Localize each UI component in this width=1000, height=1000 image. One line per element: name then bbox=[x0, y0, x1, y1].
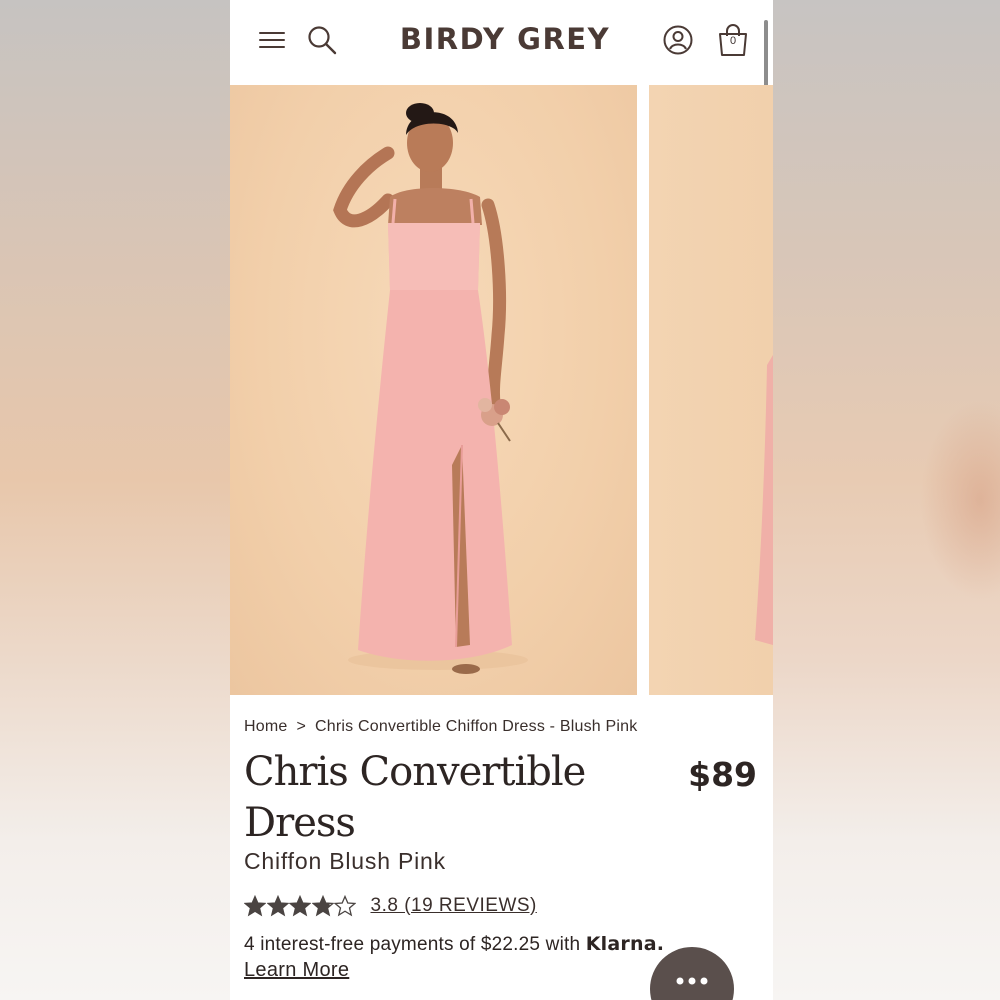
cart-icon[interactable]: 0 bbox=[717, 24, 749, 56]
breadcrumb: Home > Chris Convertible Chiffon Dress - B… bbox=[244, 718, 637, 736]
breadcrumb-current: Chris Convertible Chiffon Dress - Blush … bbox=[315, 718, 638, 735]
rating-stars bbox=[244, 895, 357, 917]
search-icon[interactable] bbox=[306, 24, 338, 56]
rating-row: 3.8 (19 REVIEWS) bbox=[244, 895, 537, 917]
product-info: Home > Chris Convertible Chiffon Dress - B… bbox=[230, 695, 773, 1000]
menu-icon[interactable] bbox=[256, 24, 288, 56]
product-title: Chris Convertible Dress bbox=[244, 749, 586, 846]
installment-text: 4 interest-free payments of $22.25 with bbox=[244, 934, 581, 955]
phone-screen: BIRDY GREY 0 Home > Chris Convertible Ch… bbox=[230, 0, 773, 1000]
klarna-installments: 4 interest-free payments of $22.25 with … bbox=[244, 933, 664, 956]
star-full-icon bbox=[289, 895, 311, 917]
cart-count-badge: 0 bbox=[729, 35, 737, 47]
product-subtitle: Chiffon Blush Pink bbox=[244, 848, 446, 874]
account-icon[interactable] bbox=[662, 24, 694, 56]
dress-front-photo[interactable] bbox=[230, 85, 637, 695]
learn-more-link[interactable]: Learn More bbox=[244, 959, 349, 982]
product-price: $89 bbox=[688, 755, 757, 794]
breadcrumb-separator: > bbox=[296, 718, 307, 735]
background-right bbox=[773, 0, 1000, 1000]
product-image-carousel[interactable] bbox=[230, 85, 773, 695]
brand-logo[interactable]: BIRDY GREY bbox=[390, 22, 620, 56]
reviews-link[interactable]: 3.8 (19 REVIEWS) bbox=[371, 895, 537, 917]
star-full-icon bbox=[266, 895, 289, 917]
star-partial-icon bbox=[311, 895, 334, 917]
background-left bbox=[0, 0, 230, 1000]
star-full-icon bbox=[244, 895, 266, 917]
more-icon bbox=[676, 977, 708, 985]
star-empty-icon bbox=[334, 895, 356, 917]
dress-second-photo[interactable] bbox=[649, 85, 773, 695]
klarna-logo: Klarna. bbox=[585, 933, 665, 955]
site-header: BIRDY GREY 0 bbox=[230, 0, 773, 122]
breadcrumb-home-link[interactable]: Home bbox=[244, 718, 287, 735]
